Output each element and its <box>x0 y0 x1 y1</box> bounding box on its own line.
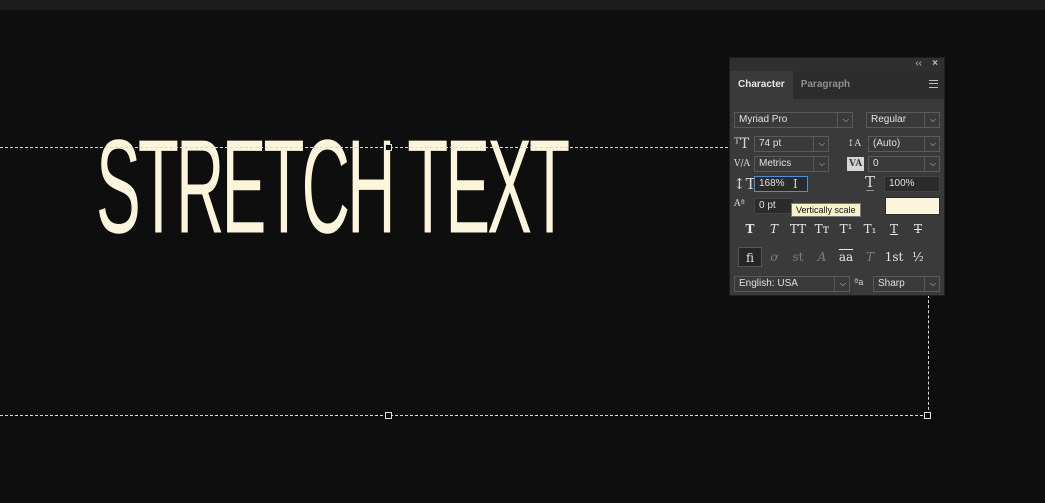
chevron-down-icon: ⌵ <box>818 159 825 168</box>
baseline-shift-field[interactable]: 0 pt <box>754 198 794 214</box>
transform-handle-bottom[interactable] <box>385 412 392 419</box>
chevron-down-icon: ⌵ <box>929 159 936 168</box>
antialias-value: Sharp <box>878 278 905 289</box>
opentype-buttons: fi ơ st A aa T 1st ½ <box>738 247 930 267</box>
font-style-buttons: T T TT Tт T¹ T₁ T T <box>738 219 930 239</box>
tracking-value: 0 <box>873 158 879 169</box>
chevron-down-icon: ⌵ <box>842 115 849 124</box>
discretionary-ligatures-button[interactable]: st <box>786 247 810 267</box>
panel-tabs: Character Paragraph <box>730 71 944 99</box>
chevron-down-icon: ⌵ <box>929 139 936 148</box>
subscript-button[interactable]: T₁ <box>858 219 882 239</box>
superscript-button[interactable]: T¹ <box>834 219 858 239</box>
swash-button[interactable]: A <box>810 247 834 267</box>
antialias-icon: ªa <box>854 278 864 288</box>
language-select[interactable]: English: USA ⌵ <box>734 276 850 292</box>
kerning-icon: V/A <box>734 159 751 169</box>
panel-menu-icon[interactable] <box>929 80 938 88</box>
font-style-value: Regular <box>871 114 907 125</box>
chevron-down-icon: ⌵ <box>929 115 936 124</box>
horizontal-scale-icon: T̲ <box>865 173 876 191</box>
chevron-down-icon: ⌵ <box>839 279 846 288</box>
strikethrough-button[interactable]: T <box>906 219 930 239</box>
bounding-box-bottom-edge <box>0 415 928 416</box>
ordinals-button[interactable]: 1st <box>882 247 906 267</box>
collapse-icon[interactable]: ‹‹ <box>915 58 922 70</box>
transform-handle-bottom-right[interactable] <box>924 412 931 419</box>
baseline-shift-value: 0 pt <box>759 200 776 211</box>
character-panel: ‹‹ × Character Paragraph Myriad Pro ⌵ Re… <box>729 57 945 296</box>
faux-bold-button[interactable]: T <box>738 219 762 239</box>
leading-value: (Auto) <box>873 138 901 149</box>
text-cursor-icon: I <box>793 177 798 191</box>
kerning-value: Metrics <box>759 158 792 169</box>
text-color-swatch[interactable] <box>885 197 940 215</box>
font-family-select[interactable]: Myriad Pro ⌵ <box>734 112 853 128</box>
faux-italic-button[interactable]: T <box>762 219 786 239</box>
vertical-scale-value: 168% <box>759 178 785 189</box>
vertical-scale-field[interactable]: 168% <box>754 176 808 192</box>
panel-header: ‹‹ × <box>730 58 944 71</box>
tracking-select[interactable]: 0 ⌵ <box>868 156 940 172</box>
font-size-icon: ᵀT <box>734 136 750 152</box>
bounding-box-right-edge <box>928 295 929 415</box>
leading-field[interactable]: (Auto) ⌵ <box>868 136 940 152</box>
font-style-select[interactable]: Regular ⌵ <box>866 112 940 128</box>
font-size-value: 74 pt <box>759 138 782 149</box>
horizontal-scale-field[interactable]: 100% <box>884 176 940 192</box>
antialias-select[interactable]: Sharp ⌵ <box>873 276 940 292</box>
fractions-button[interactable]: ½ <box>906 247 930 267</box>
small-caps-button[interactable]: Tт <box>810 219 834 239</box>
font-family-value: Myriad Pro <box>739 114 788 125</box>
close-icon[interactable]: × <box>932 58 938 70</box>
underline-button[interactable]: T <box>882 219 906 239</box>
titling-alternates-button[interactable]: T <box>858 247 882 267</box>
language-value: English: USA <box>739 278 798 289</box>
font-size-field[interactable]: 74 pt ⌵ <box>754 136 829 152</box>
top-toolbar-strip <box>0 0 1045 10</box>
kerning-select[interactable]: Metrics ⌵ <box>754 156 829 172</box>
tab-paragraph[interactable]: Paragraph <box>793 71 858 99</box>
tracking-icon: VA <box>847 157 865 171</box>
tab-character[interactable]: Character <box>730 71 793 99</box>
horizontal-scale-value: 100% <box>889 178 915 189</box>
tooltip: Vertically scale <box>791 203 861 217</box>
stylistic-alternates-button[interactable]: aa <box>834 247 858 267</box>
baseline-shift-icon: Aª <box>734 199 745 209</box>
leading-icon: ↕A <box>847 139 862 149</box>
chevron-down-icon: ⌵ <box>818 139 825 148</box>
transform-handle-top[interactable] <box>385 144 392 151</box>
vertical-scale-icon: ↕T <box>733 175 756 193</box>
old-style-button[interactable]: ơ <box>762 247 786 267</box>
chevron-down-icon: ⌵ <box>929 279 936 288</box>
canvas-text-layer[interactable]: STRETCH TEXT <box>96 86 570 289</box>
ligatures-button[interactable]: fi <box>738 247 762 267</box>
all-caps-button[interactable]: TT <box>786 219 810 239</box>
